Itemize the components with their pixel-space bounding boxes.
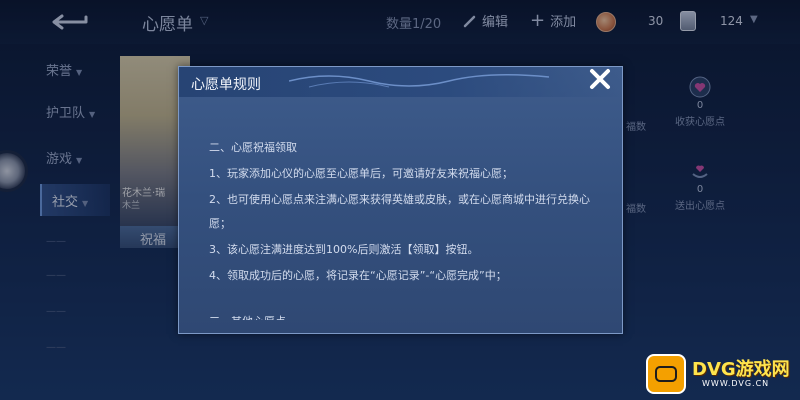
rule-line: 4、领取成功后的心愿，将记录在“心愿记录”-“心愿完成”中； <box>209 269 507 282</box>
close-icon[interactable] <box>589 68 611 90</box>
watermark-text: DVG游戏网 <box>692 359 790 380</box>
dialog-header: 心愿单规则 <box>179 67 622 97</box>
rules-dialog: 心愿单规则 二、心愿祝福领取 1、玩家添加心仪的心愿至心愿单后，可邀请好友来祝福… <box>178 66 623 334</box>
rule-line: 2、也可使用心愿点来注满心愿来获得英雄或皮肤，或在心愿商城中进行兑换心 <box>209 193 590 206</box>
gamepad-logo-icon <box>646 354 686 394</box>
rule-line: 1、玩家添加心仪的心愿至心愿单后，可邀请好友来祝福心愿； <box>209 167 513 180</box>
rule-line: 愿； <box>209 217 231 230</box>
next-section-title: 三、其他心愿点 <box>209 313 286 320</box>
rule-line: 3、该心愿注满进度达到100%后则激活【领取】按钮。 <box>209 243 479 256</box>
dialog-title: 心愿单规则 <box>191 77 261 93</box>
section-title: 二、心愿祝福领取 <box>209 141 297 154</box>
watermark-url: WWW.DVG.CN <box>702 379 770 388</box>
watermark: DVG游戏网 WWW.DVG.CN <box>636 352 796 396</box>
cloud-ornament-icon <box>289 74 549 88</box>
